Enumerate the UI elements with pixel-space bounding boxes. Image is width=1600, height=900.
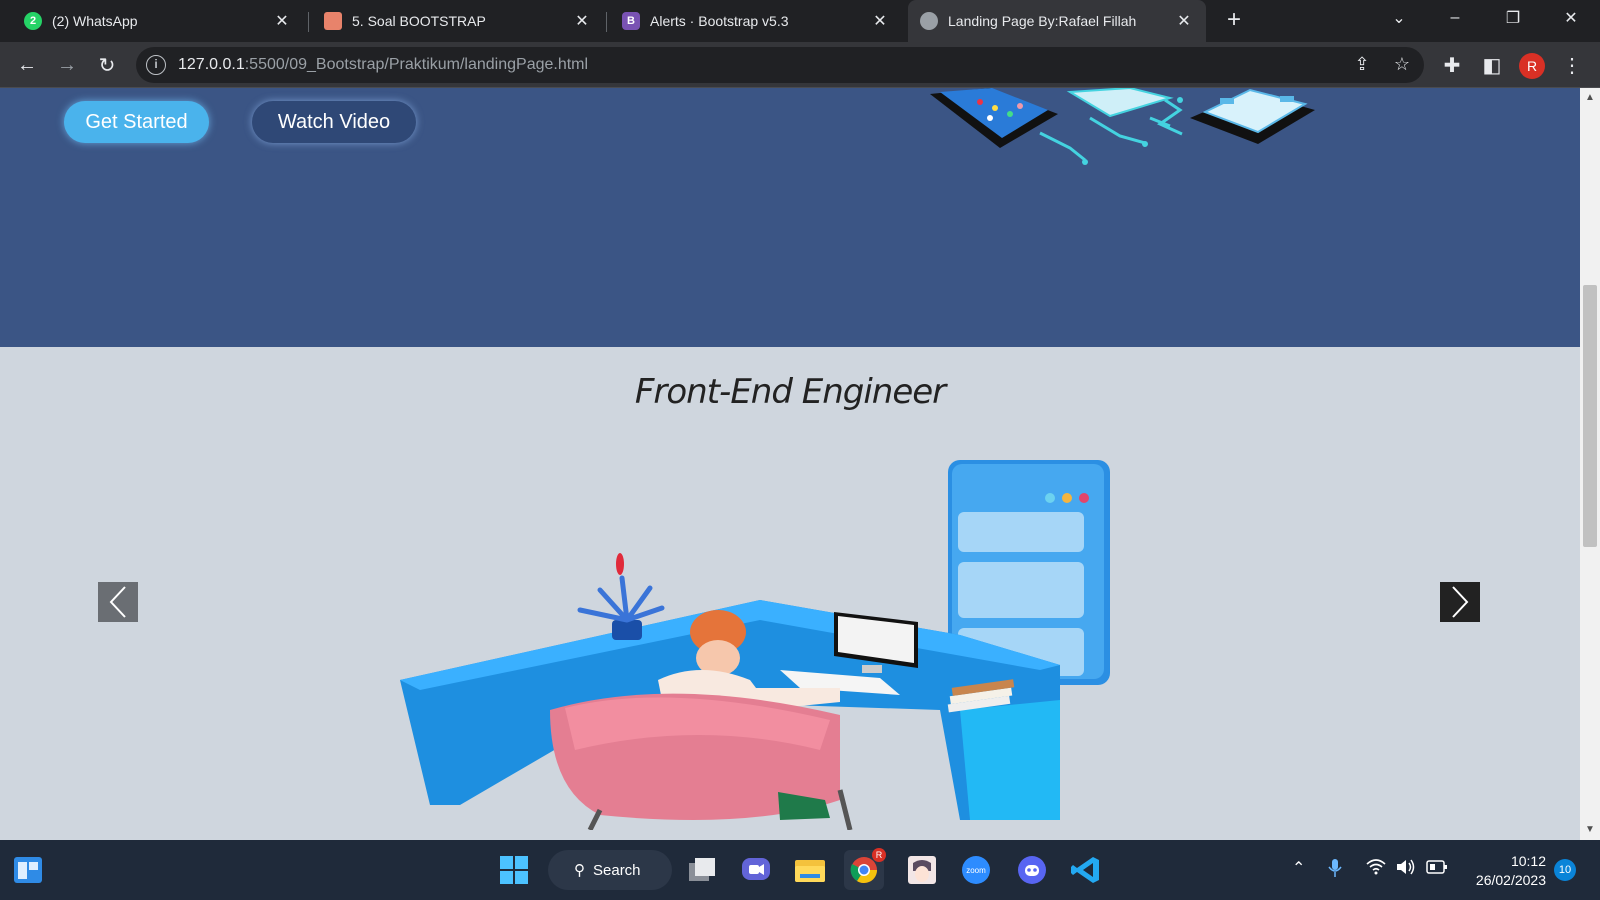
bootstrap-icon: B — [622, 12, 640, 30]
url-text[interactable]: 127.0.0.1:5500/09_Bootstrap/Praktikum/la… — [178, 56, 588, 74]
windows-start-icon[interactable] — [494, 850, 534, 890]
vscode-icon[interactable] — [1066, 850, 1106, 890]
page-scrollbar[interactable]: ▲ ▼ — [1580, 88, 1600, 840]
close-window-icon[interactable]: ✕ — [1548, 0, 1594, 36]
volume-icon[interactable] — [1396, 858, 1416, 881]
url-path: :5500/09_Bootstrap/Praktikum/landingPage… — [244, 56, 589, 73]
chrome-icon[interactable]: R — [844, 848, 886, 890]
tab-title: Alerts · Bootstrap v5.3 — [650, 13, 789, 29]
search-label: Search — [593, 861, 641, 879]
share-icon[interactable]: ⇪ — [1350, 54, 1374, 76]
teams-chat-icon[interactable] — [736, 850, 776, 890]
tab-separator — [606, 12, 607, 32]
close-tab-icon[interactable]: ✕ — [870, 11, 890, 31]
tab-soal-bootstrap[interactable]: 5. Soal BOOTSTRAP ✕ — [312, 0, 604, 42]
wifi-icon[interactable] — [1366, 858, 1386, 881]
task-view-icon[interactable] — [682, 850, 722, 890]
url-host: 127.0.0.1 — [178, 56, 245, 73]
extensions-icon[interactable]: ✚ — [1436, 49, 1468, 81]
carousel-prev-button[interactable] — [98, 582, 138, 622]
site-info-icon[interactable]: i — [146, 55, 166, 75]
watch-video-button[interactable]: Watch Video — [252, 101, 416, 143]
discord-icon[interactable] — [1012, 850, 1052, 890]
tab-strip: 2 (2) WhatsApp ✕ 5. Soal BOOTSTRAP ✕ B A… — [0, 0, 1600, 42]
page-viewport: Get Started Watch Video Front-End Engine… — [0, 88, 1580, 840]
browser-toolbar: ← → ↻ i 127.0.0.1:5500/09_Bootstrap/Prak… — [0, 42, 1600, 88]
front-end-engineer-illustration — [400, 460, 1110, 830]
tab-whatsapp[interactable]: 2 (2) WhatsApp ✕ — [12, 0, 304, 42]
microphone-icon[interactable] — [1328, 858, 1342, 883]
zoom-label: zoom — [966, 865, 986, 875]
anime-app-icon[interactable] — [902, 850, 942, 890]
tab-title: Landing Page By:Rafael Fillah — [948, 13, 1137, 29]
windows-taskbar: ⚲ Search R zoom ⌃ 10:12 26/02/2023 10 — [0, 840, 1600, 900]
forward-icon[interactable]: → — [51, 49, 83, 81]
zoom-icon[interactable]: zoom — [956, 850, 996, 890]
chevron-right-icon — [1452, 586, 1469, 618]
tab-bootstrap-alerts[interactable]: B Alerts · Bootstrap v5.3 ✕ — [610, 0, 902, 42]
close-tab-icon[interactable]: ✕ — [1174, 11, 1194, 31]
clock-date: 26/02/2023 — [1475, 872, 1546, 888]
notification-badge[interactable]: 10 — [1554, 859, 1576, 881]
globe-icon — [920, 12, 938, 30]
scroll-down-arrow-icon[interactable]: ▼ — [1580, 820, 1600, 840]
widgets-icon[interactable] — [8, 850, 48, 890]
tab-search-chevron-icon[interactable]: ⌄ — [1376, 0, 1422, 36]
bookmark-star-icon[interactable]: ☆ — [1390, 54, 1414, 76]
restore-icon[interactable]: ❐ — [1490, 0, 1536, 36]
close-tab-icon[interactable]: ✕ — [572, 11, 592, 31]
taskbar-search-button[interactable]: ⚲ Search — [548, 850, 672, 890]
search-icon: ⚲ — [574, 862, 585, 879]
tray-chevron-up-icon[interactable]: ⌃ — [1292, 858, 1305, 878]
get-started-button[interactable]: Get Started — [64, 101, 209, 143]
system-clock[interactable]: 10:12 26/02/2023 — [1466, 852, 1546, 890]
tab-title: (2) WhatsApp — [52, 13, 138, 29]
scroll-up-arrow-icon[interactable]: ▲ — [1580, 88, 1600, 108]
profile-avatar[interactable]: R — [1519, 53, 1545, 79]
chrome-profile-badge: R — [872, 848, 886, 862]
battery-icon[interactable] — [1426, 858, 1448, 881]
chevron-left-icon — [109, 586, 126, 618]
tab-separator — [308, 12, 309, 32]
reload-icon[interactable]: ↻ — [91, 49, 123, 81]
carousel-next-button[interactable] — [1440, 582, 1480, 622]
clock-time: 10:12 — [1510, 853, 1546, 869]
document-icon — [324, 12, 342, 30]
tab-title: 5. Soal BOOTSTRAP — [352, 13, 486, 29]
tab-landing-page[interactable]: Landing Page By:Rafael Fillah ✕ — [908, 0, 1206, 42]
menu-kebab-icon[interactable]: ⋮ — [1556, 49, 1588, 81]
new-tab-button[interactable]: + — [1222, 8, 1246, 33]
side-panel-icon[interactable]: ◧ — [1476, 49, 1508, 81]
hero-section: Get Started Watch Video — [0, 88, 1580, 347]
scrollbar-thumb[interactable] — [1583, 285, 1597, 547]
minimize-icon[interactable]: – — [1432, 0, 1478, 36]
section-title: Front-End Engineer — [634, 372, 946, 412]
back-icon[interactable]: ← — [11, 49, 43, 81]
isometric-devices-illustration — [930, 88, 1315, 165]
whatsapp-icon: 2 — [24, 12, 42, 30]
address-bar[interactable]: i 127.0.0.1:5500/09_Bootstrap/Praktikum/… — [136, 47, 1424, 83]
file-explorer-icon[interactable] — [790, 850, 830, 890]
close-tab-icon[interactable]: ✕ — [272, 11, 292, 31]
